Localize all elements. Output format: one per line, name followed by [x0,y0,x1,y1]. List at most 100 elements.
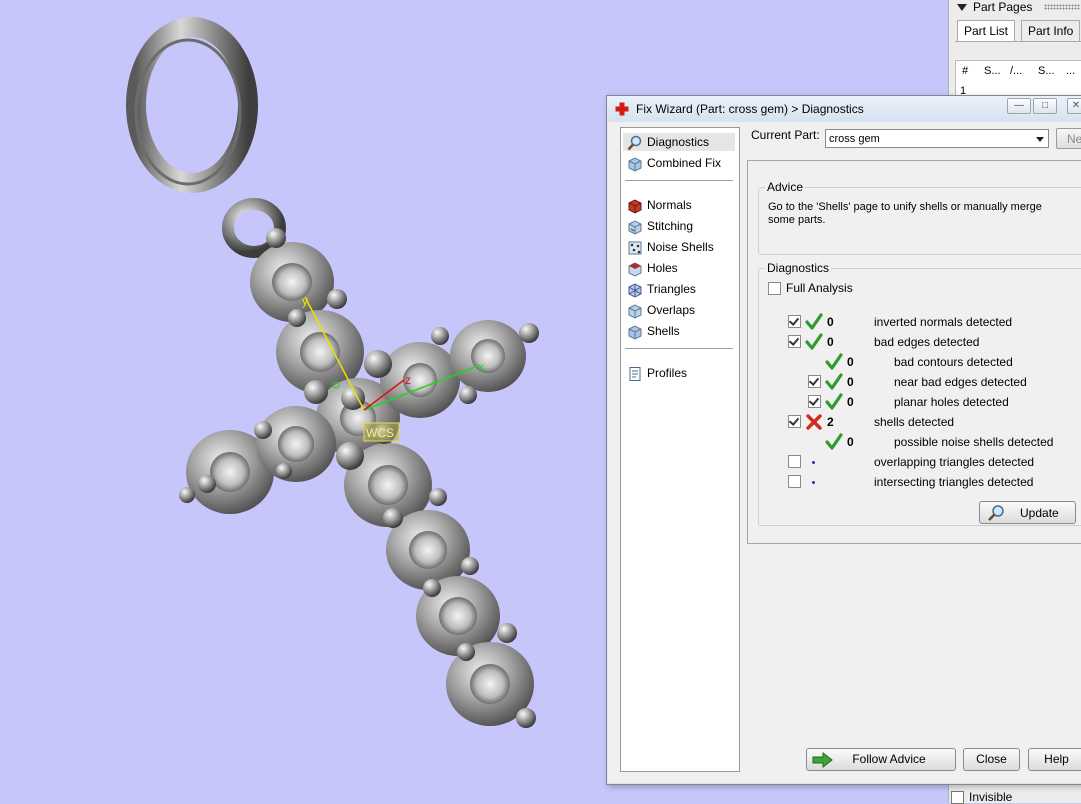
advice-group: Advice Go to the 'Shells' page to unify … [758,180,1081,255]
tab-part-list[interactable]: Part List [957,20,1016,42]
checkmark-icon [788,415,800,426]
diagnostic-label: planar holes detected [894,395,1009,409]
follow-advice-label: Follow Advice [852,752,926,766]
column-header[interactable]: S... [1038,65,1055,77]
checkmark-icon [808,375,820,386]
diagnostics-group: Diagnostics Full Analysis 0 inverted norm… [758,261,1081,526]
current-part-label: Current Part: [751,128,820,142]
green-check-icon [805,333,823,350]
diagnostic-checkbox[interactable] [788,315,801,328]
shells-icon [628,325,642,340]
diagnostics-legend: Diagnostics [765,261,832,275]
nav-label: Combined Fix [647,156,722,170]
column-header[interactable]: S... [984,65,1001,77]
nav-item-overlaps[interactable]: Overlaps [627,301,695,319]
ring-bail [126,17,258,193]
green-check-icon [825,433,843,450]
column-header[interactable]: /... [1010,65,1022,77]
invisible-label: Invisible [969,790,1013,804]
noise-shells-icon [628,241,642,255]
part-pages-header[interactable]: Part Pages [957,0,1032,15]
nav-item-diagnostics[interactable]: Diagnostics [623,133,735,151]
nav-separator [625,180,733,181]
nav-label: Diagnostics [647,135,710,149]
help-button[interactable]: Help [1028,748,1081,771]
green-check-icon [825,353,843,370]
magnifier-icon [988,505,1004,521]
nav-label: Stitching [647,219,694,233]
green-check-icon [805,313,823,330]
diagnostic-label: bad edges detected [874,335,980,349]
diagnostic-checkbox[interactable] [788,475,801,488]
nav-item-normals[interactable]: Normals [627,196,692,214]
profiles-icon [629,366,641,381]
diagnostic-checkbox[interactable] [808,395,821,408]
nav-item-holes[interactable]: Holes [627,259,678,277]
next-button[interactable]: Ne [1056,128,1081,149]
advice-text: Go to the 'Shells' page to unify shells … [768,201,1042,226]
follow-advice-button[interactable]: Follow Advice [806,748,956,771]
collapse-triangle-icon[interactable] [957,4,967,12]
dialog-title: Fix Wizard (Part: cross gem) > Diagnosti… [636,102,864,116]
diagnostic-label: shells detected [874,415,955,429]
diagnostic-count: 0 [847,375,854,389]
red-cross-icon [615,102,629,116]
diagnostic-label: overlapping triangles detected [874,455,1035,469]
chevron-down-icon[interactable] [1036,137,1044,142]
column-header[interactable]: ... [1066,65,1075,77]
diagnostic-checkbox[interactable] [788,335,801,348]
maximize-button[interactable]: □ [1033,98,1057,114]
nav-separator [625,348,733,349]
y-axis-label: y [302,294,308,308]
nav-item-combined-fix[interactable]: Combined Fix [627,154,721,172]
update-button[interactable]: Update [979,501,1076,524]
magnifier-icon [627,135,642,151]
normals-icon [628,199,642,214]
nav-item-triangles[interactable]: Triangles [627,280,696,298]
full-analysis-checkbox[interactable] [768,282,781,295]
combined-fix-icon [628,157,642,172]
holes-icon [628,262,642,277]
nav-label: Triangles [647,282,696,296]
nav-label: Profiles [647,366,688,380]
minimize-button[interactable]: — [1007,98,1031,114]
diagnostic-count: 0 [847,435,854,449]
nav-label: Noise Shells [647,240,714,254]
triangles-icon [628,283,642,298]
current-part-select[interactable]: cross gem [825,129,1049,148]
nav-item-shells[interactable]: Shells [627,322,680,340]
invisible-checkbox-box[interactable] [951,791,964,804]
z-axis-label: z [405,373,411,387]
diagnostic-checkbox[interactable] [788,455,801,468]
diagnostic-label: intersecting triangles detected [874,475,1034,489]
diagnostic-label: possible noise shells detected [894,435,1054,449]
column-header[interactable]: # [962,65,968,77]
full-analysis-label: Full Analysis [786,281,853,295]
nav-label: Overlaps [647,303,696,317]
nav-item-profiles[interactable]: Profiles [627,364,687,382]
green-check-icon [825,393,843,410]
checkmark-icon [788,315,800,326]
diagnostic-checkbox[interactable] [808,375,821,388]
diagnostics-page: Advice Go to the 'Shells' page to unify … [747,160,1081,544]
invisible-checkbox[interactable]: Invisible [951,790,1013,804]
panel-grip-icon[interactable] [1044,4,1080,10]
dialog-titlebar[interactable]: Fix Wizard (Part: cross gem) > Diagnosti… [607,96,1081,122]
close-button[interactable]: Close [963,748,1020,771]
wizard-nav-list: Diagnostics Combined Fix Normals Stitchi… [620,127,740,772]
overlaps-icon [628,304,642,319]
nav-label: Shells [647,324,680,338]
diagnostic-checkbox[interactable] [788,415,801,428]
advice-legend: Advice [765,180,806,194]
nav-item-noise-shells[interactable]: Noise Shells [627,238,714,256]
diagnostic-count: 0 [827,335,834,349]
part-pages-title: Part Pages [973,0,1033,14]
nav-item-stitching[interactable]: Stitching [627,217,693,235]
diagnostic-count: 2 [827,415,834,429]
tab-part-info[interactable]: Part Info [1021,20,1081,41]
green-check-icon [825,373,843,390]
close-window-button[interactable]: ✕ [1067,98,1081,114]
nav-label: Holes [647,261,678,275]
diagnostic-label: bad contours detected [894,355,1013,369]
green-arrow-icon [812,752,833,768]
